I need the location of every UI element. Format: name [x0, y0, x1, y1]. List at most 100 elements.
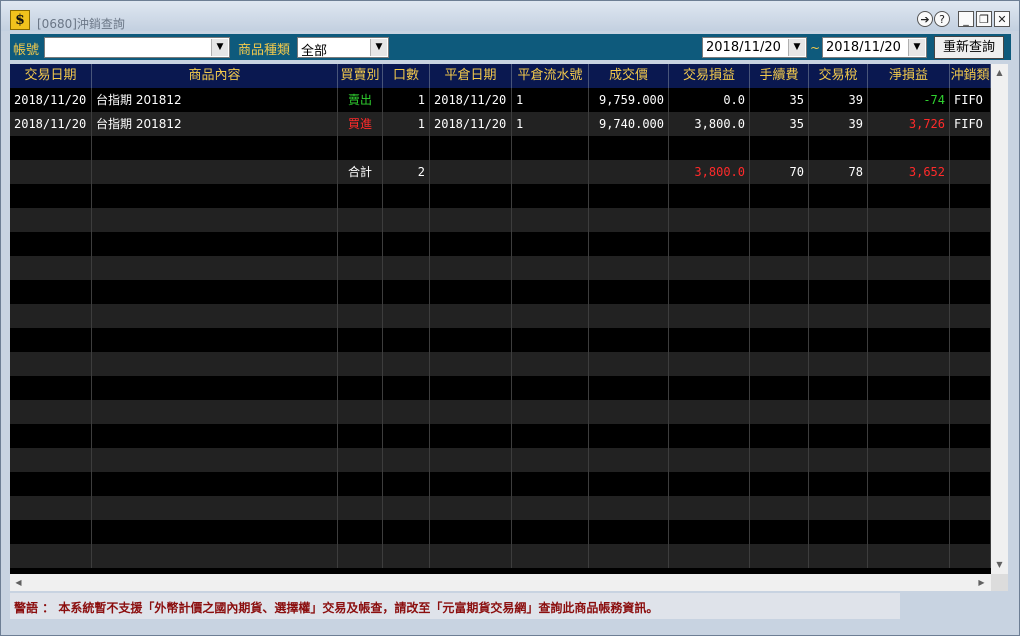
col-product-cell: 台指期 201812	[92, 88, 338, 112]
chevron-down-icon[interactable]: ▼	[908, 39, 925, 56]
col-fee-cell	[750, 304, 809, 328]
col-net-pl-cell	[868, 280, 950, 304]
product-type-select[interactable]: 全部 ▼	[297, 37, 389, 59]
col-fee-cell	[750, 184, 809, 208]
table-row[interactable]	[10, 520, 991, 544]
col-fee-cell	[750, 280, 809, 304]
help-icon[interactable]: ?	[934, 11, 950, 27]
col-trade-pl-cell	[669, 280, 750, 304]
vertical-scrollbar[interactable]: ▲ ▼	[991, 64, 1008, 574]
scroll-right-icon[interactable]: ▶	[974, 575, 989, 590]
requery-button[interactable]: 重新查詢	[934, 36, 1004, 59]
col-fee-cell	[750, 376, 809, 400]
col-product-header[interactable]: 商品內容	[92, 64, 338, 88]
col-trade-pl-cell	[669, 328, 750, 352]
product-type-label: 商品種類	[238, 43, 291, 58]
col-close-date-cell: 2018/11/20	[430, 88, 512, 112]
col-close-date-header[interactable]: 平倉日期	[430, 64, 512, 88]
col-price-cell	[589, 328, 669, 352]
col-tax-header[interactable]: 交易稅	[809, 64, 868, 88]
col-offset-method-cell	[950, 520, 991, 544]
col-close-serial-cell	[512, 328, 589, 352]
col-price-cell	[589, 136, 669, 160]
col-close-serial-cell: 1	[512, 112, 589, 136]
col-offset-method-header[interactable]: 沖銷類	[950, 64, 991, 88]
col-fee-cell	[750, 208, 809, 232]
col-product-cell	[92, 256, 338, 280]
col-fee-cell: 35	[750, 88, 809, 112]
col-trade-date-cell	[10, 304, 92, 328]
table-row[interactable]	[10, 136, 991, 160]
col-product-cell	[92, 544, 338, 568]
minimize-icon[interactable]: _	[958, 11, 974, 27]
close-icon[interactable]: ✕	[994, 11, 1010, 27]
table-row[interactable]	[10, 400, 991, 424]
horizontal-scrollbar[interactable]: ◀ ▶	[10, 574, 991, 591]
table-row[interactable]	[10, 256, 991, 280]
col-fee-header[interactable]: 手續費	[750, 64, 809, 88]
table-row[interactable]	[10, 280, 991, 304]
table-row[interactable]	[10, 232, 991, 256]
table-row[interactable]	[10, 448, 991, 472]
col-price-cell	[589, 496, 669, 520]
table-row[interactable]	[10, 424, 991, 448]
chevron-down-icon[interactable]: ▼	[788, 39, 805, 56]
scroll-left-icon[interactable]: ◀	[11, 575, 26, 590]
col-close-date-cell: 2018/11/20	[430, 112, 512, 136]
col-qty-cell	[383, 544, 430, 568]
col-tax-cell	[809, 232, 868, 256]
table-row[interactable]	[10, 304, 991, 328]
table-row[interactable]	[10, 472, 991, 496]
col-net-pl-cell: 3,726	[868, 112, 950, 136]
table-row[interactable]	[10, 496, 991, 520]
table-row[interactable]: 2018/11/20 台指期 201812 買進 1 2018/11/20 1 9,740.…	[10, 112, 991, 136]
col-close-serial-cell	[512, 256, 589, 280]
col-tax-cell	[809, 400, 868, 424]
title-bar[interactable]: $ [0680]沖銷查詢 ➔ ? _ ❐ ✕	[1, 1, 1019, 31]
app-window: $ [0680]沖銷查詢 ➔ ? _ ❐ ✕ 帳號 ▼ 商品種類 全部 ▼ 20…	[0, 0, 1020, 636]
col-qty-cell	[383, 376, 430, 400]
date-to-picker[interactable]: 2018/11/20 ▼	[822, 37, 927, 58]
table-row[interactable]	[10, 328, 991, 352]
chevron-down-icon[interactable]: ▼	[370, 39, 387, 56]
col-side-cell: 買進	[338, 112, 383, 136]
col-tax-cell	[809, 472, 868, 496]
col-product-cell	[92, 136, 338, 160]
col-trade-date-cell	[10, 184, 92, 208]
table-row[interactable]	[10, 544, 991, 568]
chevron-down-icon[interactable]: ▼	[211, 39, 228, 56]
scroll-up-icon[interactable]: ▲	[992, 65, 1007, 80]
col-qty-header[interactable]: 口數	[383, 64, 430, 88]
maximize-icon[interactable]: ❐	[976, 11, 992, 27]
table-row[interactable]	[10, 376, 991, 400]
col-side-cell	[338, 424, 383, 448]
col-close-date-cell	[430, 328, 512, 352]
scroll-down-icon[interactable]: ▼	[992, 557, 1007, 572]
table-row[interactable]	[10, 352, 991, 376]
account-select[interactable]: ▼	[44, 37, 230, 58]
total-row[interactable]: 合計 2 3,800.0 70 78 3,652	[10, 160, 991, 184]
table-row[interactable]	[10, 208, 991, 232]
col-price-header[interactable]: 成交價	[589, 64, 669, 88]
col-net-pl-cell: 3,652	[868, 160, 950, 184]
col-close-serial-header[interactable]: 平倉流水號	[512, 64, 589, 88]
col-net-pl-cell: -74	[868, 88, 950, 112]
col-side-header[interactable]: 買賣別	[338, 64, 383, 88]
col-net-pl-cell	[868, 136, 950, 160]
transfer-icon[interactable]: ➔	[917, 11, 933, 27]
col-tax-cell	[809, 208, 868, 232]
col-offset-method-cell: FIFO	[950, 88, 991, 112]
col-qty-cell	[383, 424, 430, 448]
col-net-pl-cell	[868, 544, 950, 568]
date-from-picker[interactable]: 2018/11/20 ▼	[702, 37, 807, 58]
table-row[interactable]	[10, 184, 991, 208]
date-range-separator: ~	[810, 41, 821, 55]
col-net-pl-header[interactable]: 淨損益	[868, 64, 950, 88]
col-trade-date-cell	[10, 208, 92, 232]
col-trade-pl-cell	[669, 184, 750, 208]
table-row[interactable]: 2018/11/20 台指期 201812 賣出 1 2018/11/20 1 9,759.…	[10, 88, 991, 112]
col-price-cell	[589, 448, 669, 472]
col-trade-pl-cell	[669, 400, 750, 424]
col-trade-date-header[interactable]: 交易日期	[10, 64, 92, 88]
col-trade-pl-header[interactable]: 交易損益	[669, 64, 750, 88]
